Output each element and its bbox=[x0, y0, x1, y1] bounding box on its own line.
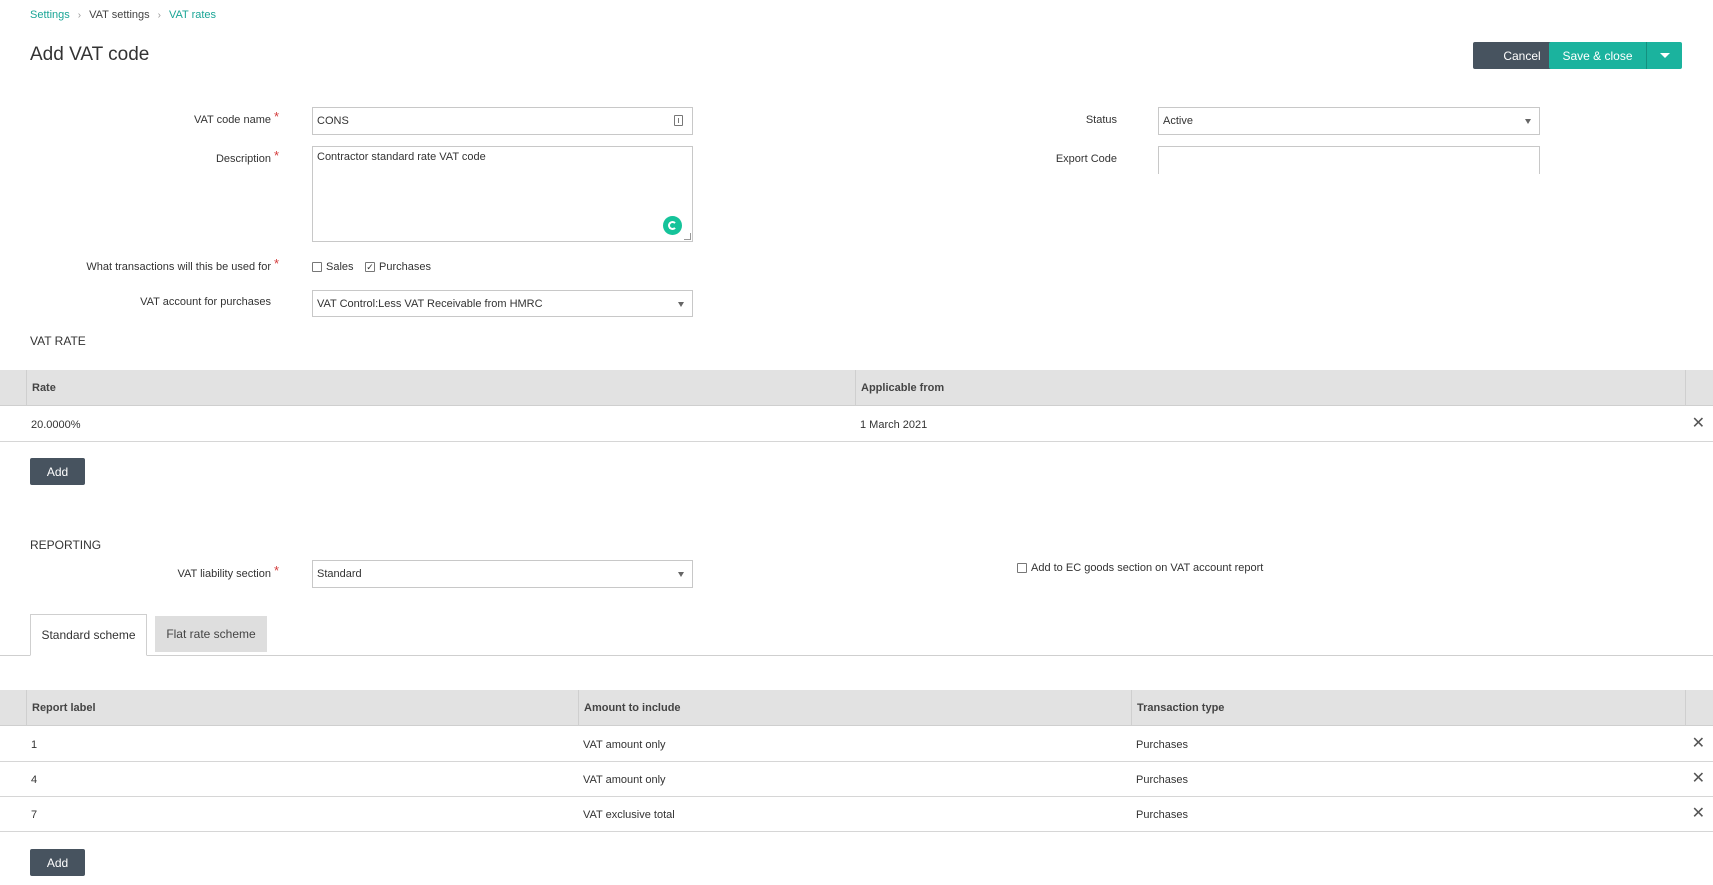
purchases-checkbox-row: Purchases bbox=[365, 261, 431, 273]
status-label: Status bbox=[1085, 114, 1117, 126]
required-marker: * bbox=[274, 148, 280, 163]
column-header-transaction-type[interactable]: Transaction type bbox=[1131, 690, 1685, 726]
ec-goods-checkbox-row: Add to EC goods section on VAT account r… bbox=[1017, 562, 1263, 574]
vat-code-name-value: CONS bbox=[317, 115, 349, 127]
purchases-checkbox[interactable] bbox=[365, 262, 375, 272]
report-label-cell: 1 bbox=[31, 738, 38, 751]
table-row: 4 VAT amount only Purchases ✕ bbox=[0, 762, 1713, 797]
resize-handle[interactable] bbox=[684, 233, 691, 240]
amount-cell: VAT exclusive total bbox=[583, 808, 675, 821]
close-icon[interactable]: ✕ bbox=[1692, 416, 1705, 432]
required-marker: * bbox=[274, 563, 280, 578]
close-icon[interactable]: ✕ bbox=[1692, 771, 1705, 787]
reporting-table-header: Report label Amount to include Transacti… bbox=[0, 690, 1713, 726]
column-header-amount-to-include[interactable]: Amount to include bbox=[578, 690, 1131, 726]
column-header-rate[interactable]: Rate bbox=[26, 370, 856, 406]
column-header-applicable-from[interactable]: Applicable from bbox=[855, 370, 1685, 406]
reporting-section-title: REPORTING bbox=[30, 538, 102, 552]
add-report-line-button[interactable]: Add bbox=[30, 849, 85, 876]
export-code-input[interactable] bbox=[1158, 146, 1540, 174]
transactions-label: What transactions will this be used for bbox=[86, 261, 271, 273]
transaction-type-cell: Purchases bbox=[1136, 808, 1188, 821]
amount-cell: VAT amount only bbox=[583, 738, 666, 751]
required-marker: * bbox=[274, 256, 280, 271]
tabs-divider bbox=[0, 655, 1713, 656]
tab-standard-scheme[interactable]: Standard scheme bbox=[30, 614, 147, 656]
sales-checkbox[interactable] bbox=[312, 262, 322, 272]
breadcrumb-settings[interactable]: Settings bbox=[30, 9, 70, 21]
dropdown-arrow-icon bbox=[1525, 119, 1531, 124]
save-close-split-button: Save & close bbox=[1549, 42, 1682, 69]
save-close-button[interactable]: Save & close bbox=[1549, 42, 1647, 69]
breadcrumb-vat-settings[interactable]: VAT settings bbox=[89, 9, 150, 21]
contact-card-icon[interactable] bbox=[674, 115, 683, 126]
amount-cell: VAT amount only bbox=[583, 773, 666, 786]
status-value: Active bbox=[1163, 115, 1193, 127]
add-vat-rate-button[interactable]: Add bbox=[30, 458, 85, 485]
description-value: Contractor standard rate VAT code bbox=[317, 151, 486, 163]
transaction-type-cell: Purchases bbox=[1136, 773, 1188, 786]
column-header-report-label[interactable]: Report label bbox=[26, 690, 579, 726]
table-row: 1 VAT amount only Purchases ✕ bbox=[0, 727, 1713, 762]
report-label-cell: 4 bbox=[31, 773, 38, 786]
vat-account-label: VAT account for purchases bbox=[140, 296, 271, 308]
close-icon[interactable]: ✕ bbox=[1692, 806, 1705, 822]
column-header-actions bbox=[1685, 690, 1713, 726]
breadcrumb: Settings › VAT settings › VAT rates bbox=[30, 9, 216, 21]
ec-goods-checkbox[interactable] bbox=[1017, 563, 1027, 573]
tab-flat-rate-scheme[interactable]: Flat rate scheme bbox=[155, 616, 267, 652]
vat-code-name-input[interactable]: CONS bbox=[312, 107, 693, 135]
table-row: 7 VAT exclusive total Purchases ✕ bbox=[0, 797, 1713, 832]
report-label-cell: 7 bbox=[31, 808, 38, 821]
vat-liability-label: VAT liability section bbox=[177, 568, 271, 580]
description-textarea[interactable]: Contractor standard rate VAT code bbox=[312, 146, 693, 242]
vat-liability-value: Standard bbox=[317, 568, 362, 580]
status-select[interactable]: Active bbox=[1158, 107, 1540, 135]
breadcrumb-vat-rates[interactable]: VAT rates bbox=[169, 9, 216, 21]
purchases-label: Purchases bbox=[379, 261, 431, 273]
dropdown-arrow-icon bbox=[678, 572, 684, 577]
description-label: Description bbox=[215, 153, 271, 165]
applicable-from-cell: 1 March 2021 bbox=[860, 418, 928, 431]
vat-code-name-label: VAT code name bbox=[193, 114, 271, 126]
chevron-right-icon: › bbox=[77, 9, 82, 21]
grammarly-icon[interactable] bbox=[663, 216, 682, 235]
vat-rate-section-title: VAT RATE bbox=[30, 334, 86, 348]
required-marker: * bbox=[274, 109, 280, 124]
column-header-actions bbox=[1685, 370, 1713, 406]
vat-rate-table-header: Rate Applicable from bbox=[0, 370, 1713, 406]
chevron-right-icon: › bbox=[157, 9, 161, 21]
sales-checkbox-row: Sales bbox=[312, 261, 354, 273]
transaction-type-cell: Purchases bbox=[1136, 738, 1188, 751]
close-icon[interactable]: ✕ bbox=[1692, 736, 1705, 752]
export-code-label: Export Code bbox=[1055, 153, 1117, 165]
vat-account-value: VAT Control:Less VAT Receivable from HMR… bbox=[317, 297, 543, 310]
save-options-dropdown[interactable] bbox=[1647, 42, 1682, 69]
vat-account-select[interactable]: VAT Control:Less VAT Receivable from HMR… bbox=[312, 290, 693, 317]
caret-down-icon bbox=[1659, 53, 1670, 58]
sales-label: Sales bbox=[326, 261, 354, 273]
table-row: 20.0000% 1 March 2021 ✕ bbox=[0, 407, 1713, 442]
vat-liability-select[interactable]: Standard bbox=[312, 560, 693, 588]
page-title: Add VAT code bbox=[30, 44, 150, 65]
rate-cell: 20.0000% bbox=[31, 418, 81, 431]
dropdown-arrow-icon bbox=[678, 301, 684, 307]
ec-goods-label: Add to EC goods section on VAT account r… bbox=[1031, 562, 1264, 574]
